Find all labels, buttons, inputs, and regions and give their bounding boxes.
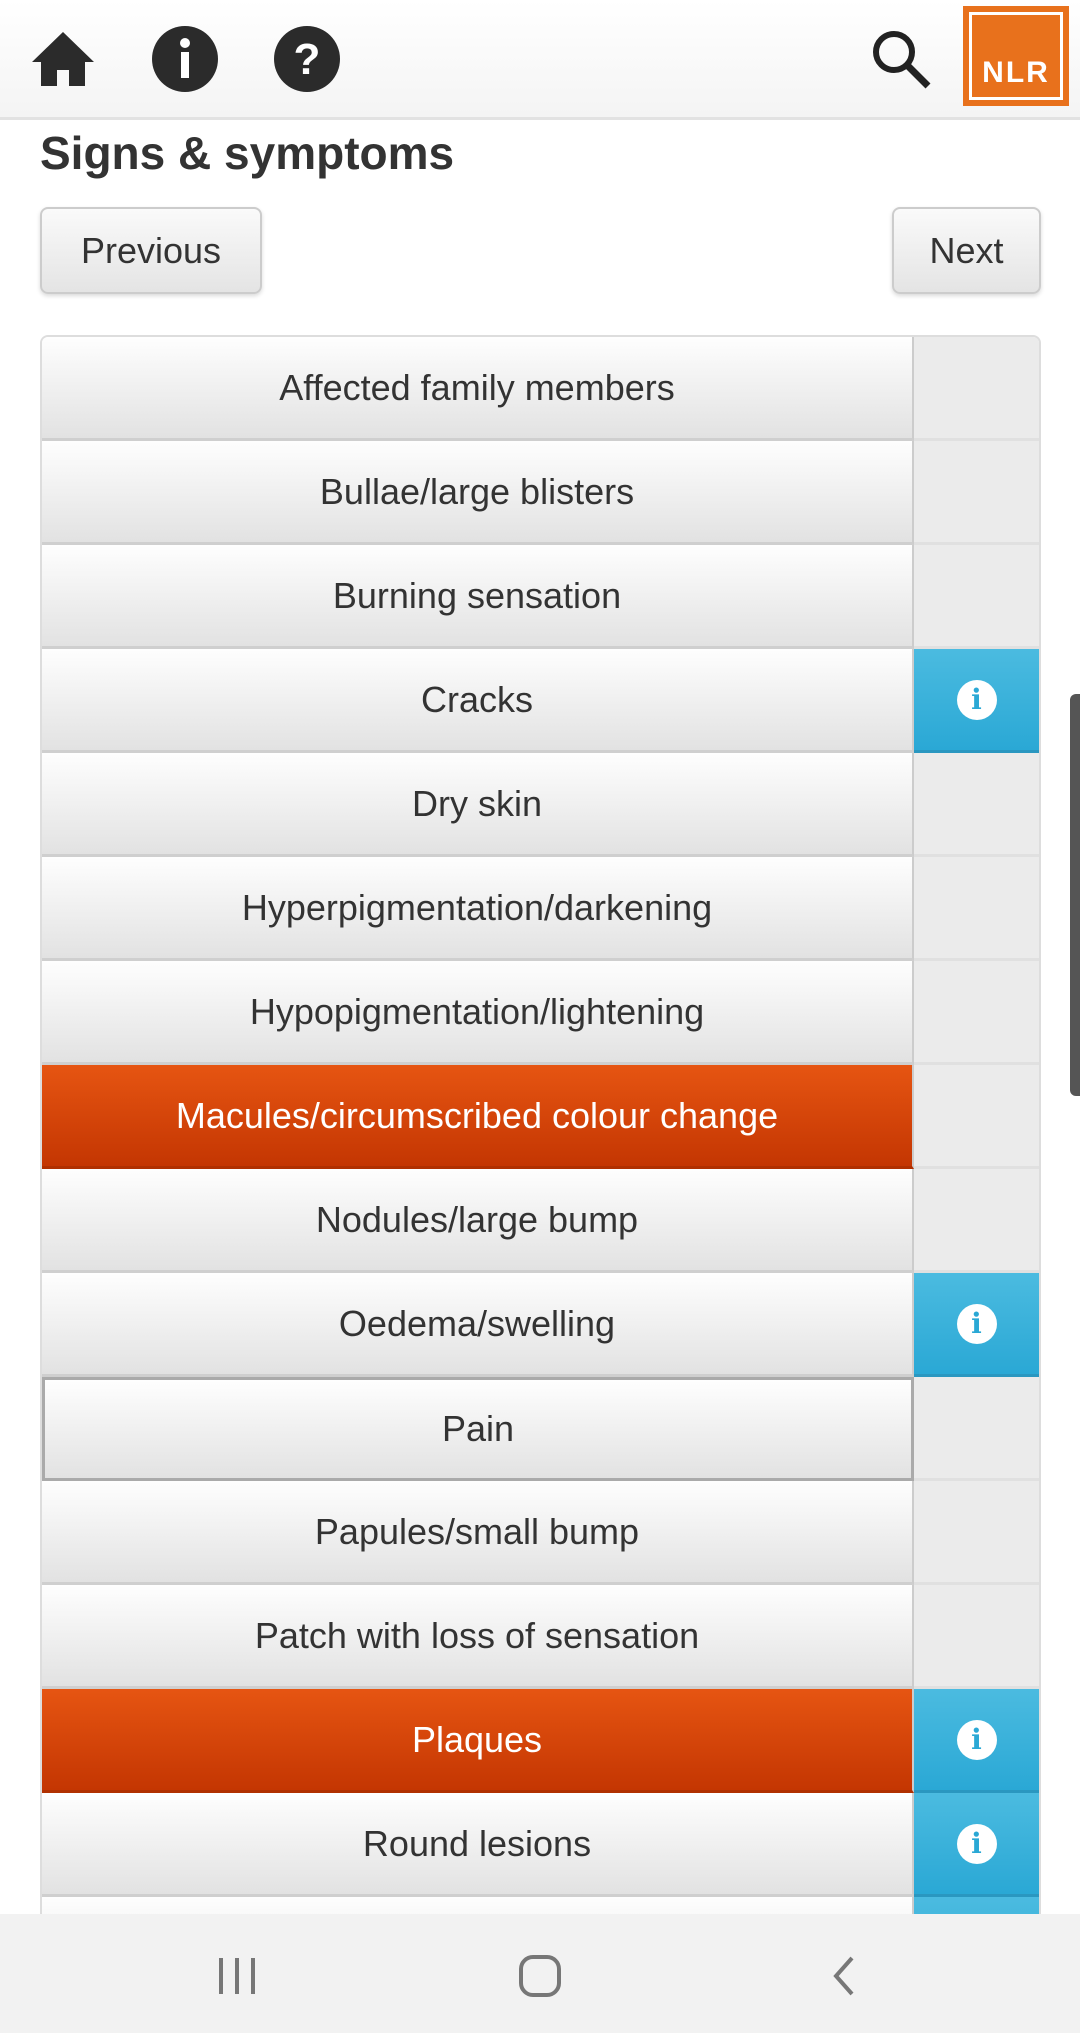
list-item: Dry skin [42, 753, 1039, 857]
symptom-button[interactable]: Cracks [42, 649, 914, 753]
info-placeholder [914, 337, 1039, 441]
info-icon[interactable] [150, 24, 220, 94]
symptom-button[interactable]: Affected family members [42, 337, 914, 441]
info-placeholder [914, 753, 1039, 857]
symptom-button[interactable]: Nodules/large bump [42, 1169, 914, 1273]
scrollbar[interactable] [1070, 694, 1080, 1096]
list-item: Hypopigmentation/lightening [42, 961, 1039, 1065]
info-button[interactable]: i [914, 1273, 1039, 1377]
info-icon: i [956, 1823, 997, 1864]
symptom-button[interactable]: Plaques [42, 1689, 914, 1793]
symptom-button[interactable]: Hypopigmentation/lightening [42, 961, 914, 1065]
info-placeholder [914, 1377, 1039, 1481]
list-item: Oedema/swelling i [42, 1273, 1039, 1377]
symptom-button[interactable]: Patch with loss of sensation [42, 1585, 914, 1689]
list-item: Macules/circumscribed colour change [42, 1065, 1039, 1169]
list-item: Nodules/large bump [42, 1169, 1039, 1273]
list-item: Hyperpigmentation/darkening [42, 857, 1039, 961]
list-item: Plaques i [42, 1689, 1039, 1793]
list-item: Affected family members [42, 337, 1039, 441]
info-placeholder [914, 1481, 1039, 1585]
info-icon: i [956, 679, 997, 720]
info-button[interactable]: i [914, 649, 1039, 753]
search-icon[interactable] [866, 24, 936, 94]
list-item: Round lesions i [42, 1793, 1039, 1897]
svg-text:?: ? [294, 35, 321, 84]
symptom-button[interactable]: Macules/circumscribed colour change [42, 1065, 914, 1169]
list-item: Bullae/large blisters [42, 441, 1039, 545]
symptom-button[interactable]: Pain [42, 1377, 914, 1481]
info-placeholder [914, 961, 1039, 1065]
symptom-button[interactable]: Dry skin [42, 753, 914, 857]
symptom-button[interactable]: Bullae/large blisters [42, 441, 914, 545]
info-icon: i [956, 1719, 997, 1760]
home-icon[interactable] [28, 24, 98, 94]
page-title: Signs & symptoms [40, 127, 455, 179]
home-nav-icon[interactable] [518, 1954, 562, 1998]
back-icon[interactable] [828, 1956, 858, 1996]
symptom-button[interactable]: Hyperpigmentation/darkening [42, 857, 914, 961]
info-placeholder [914, 441, 1039, 545]
info-button[interactable]: i [914, 1689, 1039, 1793]
previous-button[interactable]: Previous [40, 207, 262, 294]
help-icon[interactable]: ? [272, 24, 342, 94]
info-placeholder [914, 545, 1039, 649]
symptom-button[interactable]: Round lesions [42, 1793, 914, 1897]
info-placeholder [914, 1169, 1039, 1273]
symptom-button[interactable]: Burning sensation [42, 545, 914, 649]
nlr-logo[interactable]: NLR [963, 6, 1069, 106]
info-placeholder [914, 857, 1039, 961]
info-placeholder [914, 1065, 1039, 1169]
symptom-list: Affected family members Bullae/large blis… [40, 335, 1041, 2003]
info-icon: i [956, 1303, 997, 1344]
list-item: Cracks i [42, 649, 1039, 753]
info-button[interactable]: i [914, 1793, 1039, 1897]
logo-text: NLR [982, 56, 1050, 89]
list-item: Pain [42, 1377, 1039, 1481]
android-nav-bar [0, 1914, 1080, 2033]
recent-apps-icon[interactable] [215, 1956, 259, 1996]
symptom-button[interactable]: Oedema/swelling [42, 1273, 914, 1377]
next-button[interactable]: Next [892, 207, 1041, 294]
list-item: Papules/small bump [42, 1481, 1039, 1585]
symptom-button[interactable]: Papules/small bump [42, 1481, 914, 1585]
list-item: Patch with loss of sensation [42, 1585, 1039, 1689]
info-placeholder [914, 1585, 1039, 1689]
top-toolbar: ? NLR [0, 0, 1080, 120]
list-item: Burning sensation [42, 545, 1039, 649]
